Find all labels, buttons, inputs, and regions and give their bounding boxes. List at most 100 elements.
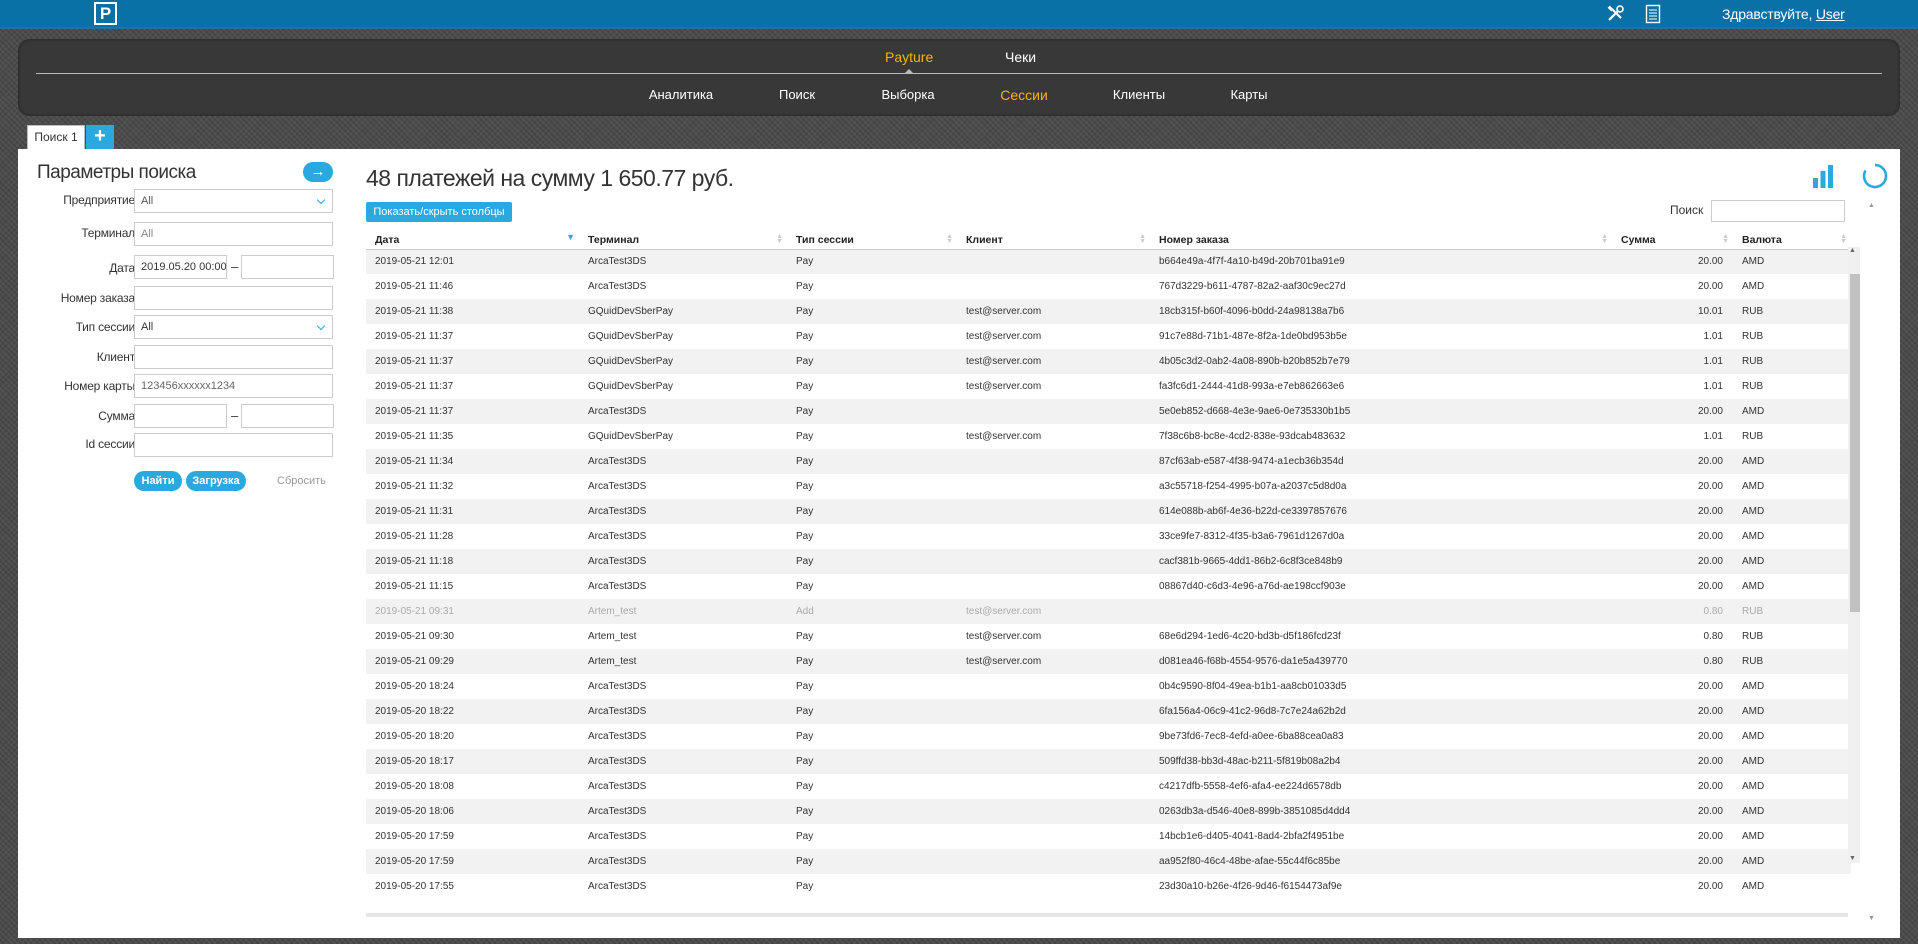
table-row[interactable]: 2019-05-20 18:24 ArcaTest3DS Pay 0b4c9590-8… bbox=[366, 674, 1851, 699]
cell-amount: 1.01 bbox=[1612, 349, 1733, 374]
table-row[interactable]: 2019-05-21 11:28 ArcaTest3DS Pay 33ce9fe7-8… bbox=[366, 524, 1851, 549]
nav-selection[interactable]: Выборка bbox=[881, 87, 934, 102]
cell-date: 2019-05-20 18:17 bbox=[366, 749, 579, 774]
table-row[interactable]: 2019-05-21 11:35 GQuidDevSberPay Pay test@s… bbox=[366, 424, 1851, 449]
cell-amount: 0.80 bbox=[1612, 599, 1733, 624]
date-to-input[interactable] bbox=[241, 255, 334, 279]
horizontal-scrollbar[interactable] bbox=[366, 913, 1848, 917]
tab-payture[interactable]: Payture bbox=[885, 49, 933, 65]
cell-client bbox=[957, 724, 1150, 749]
col-header-currency[interactable]: Валюта ▲ ▼ bbox=[1733, 231, 1851, 250]
add-tab-button[interactable]: + bbox=[86, 125, 114, 149]
cell-currency: AMD bbox=[1733, 799, 1851, 824]
results-summary: 48 платежей на сумму 1 650.77 руб. bbox=[366, 165, 734, 191]
table-row[interactable]: 2019-05-21 09:29 Artem_test Pay test@server… bbox=[366, 649, 1851, 674]
refresh-icon[interactable] bbox=[1861, 162, 1889, 190]
cell-date: 2019-05-21 11:35 bbox=[375, 431, 454, 442]
cell-date: 2019-05-21 11:37 bbox=[375, 381, 454, 392]
reset-link[interactable]: Сбросить bbox=[277, 475, 326, 487]
nav-analytics[interactable]: Аналитика bbox=[649, 87, 713, 102]
session-type-select[interactable]: All bbox=[134, 315, 333, 339]
find-button[interactable]: Найти bbox=[134, 471, 182, 491]
col-header-session-type-label: Тип сессии bbox=[796, 233, 854, 246]
bar-chart-icon[interactable] bbox=[1812, 164, 1834, 188]
table-row[interactable]: 2019-05-20 18:08 ArcaTest3DS Pay c4217dfb-5… bbox=[366, 774, 1851, 799]
table-row[interactable]: 2019-05-20 17:55 ArcaTest3DS Pay 23d30a10-b… bbox=[366, 874, 1851, 899]
document-icon[interactable] bbox=[1645, 4, 1661, 24]
scroll-down-icon[interactable]: ▼ bbox=[1849, 855, 1856, 862]
cell-order-number: 91c7e88d-71b1-487e-8f2a-1de0bd953b5e bbox=[1159, 331, 1347, 342]
nav-search[interactable]: Поиск bbox=[779, 87, 815, 102]
col-header-amount[interactable]: Сумма ▲ ▼ bbox=[1612, 231, 1733, 250]
payture-logo[interactable]: P bbox=[94, 2, 117, 25]
enterprise-select[interactable]: All bbox=[134, 189, 333, 213]
order-number-label: Номер заказа bbox=[60, 291, 135, 305]
table-row[interactable]: 2019-05-21 12:01 ArcaTest3DS Pay b664e49a-4… bbox=[366, 249, 1851, 274]
table-row[interactable]: 2019-05-21 11:37 GQuidDevSberPay Pay test@s… bbox=[366, 324, 1851, 349]
outer-scroll-up-icon[interactable]: ▲ bbox=[1868, 202, 1875, 209]
table-row[interactable]: 2019-05-21 11:34 ArcaTest3DS Pay 87cf63ab-e… bbox=[366, 449, 1851, 474]
table-row[interactable]: 2019-05-21 11:37 GQuidDevSberPay Pay test@s… bbox=[366, 374, 1851, 399]
table-row[interactable]: 2019-05-21 11:38 GQuidDevSberPay Pay test@s… bbox=[366, 299, 1851, 324]
tab-search-1[interactable]: Поиск 1 bbox=[27, 125, 85, 149]
table-row[interactable]: 2019-05-20 18:20 ArcaTest3DS Pay 9be73fd6-7… bbox=[366, 724, 1851, 749]
cell-terminal: ArcaTest3DS bbox=[579, 249, 787, 274]
cell-order-number: 33ce9fe7-8312-4f35-b3a6-7961d1267d0a bbox=[1159, 531, 1345, 542]
terminal-input[interactable]: All bbox=[134, 222, 333, 246]
nav-clients[interactable]: Клиенты bbox=[1113, 87, 1165, 102]
cell-client bbox=[957, 774, 1150, 799]
table-row[interactable]: 2019-05-20 18:06 ArcaTest3DS Pay 0263db3a-d… bbox=[366, 799, 1851, 824]
client-input[interactable] bbox=[134, 345, 333, 369]
cell-currency: AMD bbox=[1742, 581, 1765, 592]
order-number-input[interactable] bbox=[134, 286, 333, 310]
cell-client bbox=[957, 549, 1150, 574]
amount-to-input[interactable] bbox=[241, 404, 334, 428]
scroll-up-icon[interactable]: ▲ bbox=[1849, 247, 1856, 254]
nav-sessions[interactable]: Сессии bbox=[1000, 87, 1048, 103]
cell-currency: AMD bbox=[1733, 699, 1851, 724]
cell-currency: AMD bbox=[1742, 481, 1765, 492]
col-header-terminal[interactable]: Терминал ▲ ▼ bbox=[579, 231, 787, 250]
col-header-client[interactable]: Клиент ▲ ▼ bbox=[957, 231, 1150, 250]
col-header-order-number[interactable]: Номер заказа ▲ ▼ bbox=[1150, 231, 1612, 250]
greeting: Здравствуйте, User bbox=[1722, 6, 1845, 22]
cell-terminal: ArcaTest3DS bbox=[588, 481, 647, 492]
table-row[interactable]: 2019-05-20 17:59 ArcaTest3DS Pay aa952f80-4… bbox=[366, 849, 1851, 874]
nav-cards[interactable]: Карты bbox=[1230, 87, 1267, 102]
amount-from-input[interactable] bbox=[134, 404, 227, 428]
tab-receipts[interactable]: Чеки bbox=[1005, 49, 1036, 65]
outer-scroll-down-icon[interactable]: ▼ bbox=[1868, 915, 1875, 922]
collapse-arrow-button[interactable]: → bbox=[303, 162, 333, 182]
card-number-input[interactable]: 123456xxxxxx1234 bbox=[134, 374, 333, 398]
cell-session-type: Pay bbox=[796, 581, 814, 592]
search-params-title: Параметры поиска bbox=[37, 162, 196, 183]
table-row[interactable]: 2019-05-21 11:18 ArcaTest3DS Pay cacf381b-9… bbox=[366, 549, 1851, 574]
table-row[interactable]: 2019-05-21 11:46 ArcaTest3DS Pay 767d3229-b… bbox=[366, 274, 1851, 299]
table-row[interactable]: 2019-05-20 18:22 ArcaTest3DS Pay 6fa156a4-0… bbox=[366, 699, 1851, 724]
col-header-date[interactable]: Дата ▼ bbox=[366, 231, 579, 250]
table-scrollbar-thumb[interactable] bbox=[1850, 274, 1860, 612]
cell-date: 2019-05-21 11:37 bbox=[375, 331, 454, 342]
table-search-input[interactable] bbox=[1711, 200, 1845, 222]
toggle-columns-button[interactable]: Показать/скрыть столбцы bbox=[366, 202, 512, 222]
table-row[interactable]: 2019-05-20 17:59 ArcaTest3DS Pay 14bcb1e6-d… bbox=[366, 824, 1851, 849]
cell-amount: 20.00 bbox=[1612, 449, 1733, 474]
table-row[interactable]: 2019-05-21 11:15 ArcaTest3DS Pay 08867d40-c… bbox=[366, 574, 1851, 599]
date-from-input[interactable]: 2019.05.20 00:00 bbox=[134, 255, 227, 279]
cell-session-type: Pay bbox=[796, 531, 814, 542]
table-row[interactable]: 2019-05-21 11:37 ArcaTest3DS Pay 5e0eb852-d… bbox=[366, 399, 1851, 424]
col-header-session-type[interactable]: Тип сессии ▲ ▼ bbox=[787, 231, 957, 250]
tools-icon[interactable] bbox=[1606, 5, 1626, 23]
table-row[interactable]: 2019-05-21 09:30 Artem_test Pay test@server… bbox=[366, 624, 1851, 649]
table-row[interactable]: 2019-05-21 11:32 ArcaTest3DS Pay a3c55718-f… bbox=[366, 474, 1851, 499]
cell-currency: AMD bbox=[1742, 831, 1765, 842]
table-row[interactable]: 2019-05-21 11:31 ArcaTest3DS Pay 614e088b-a… bbox=[366, 499, 1851, 524]
cell-client: test@server.com bbox=[957, 349, 1150, 374]
load-button[interactable]: Загрузка bbox=[186, 471, 246, 491]
session-id-input[interactable] bbox=[134, 433, 333, 457]
table-row[interactable]: 2019-05-21 09:31 Artem_test Add test@server… bbox=[366, 599, 1851, 624]
table-row[interactable]: 2019-05-20 18:17 ArcaTest3DS Pay 509ffd38-b… bbox=[366, 749, 1851, 774]
table-body: 2019-05-21 12:01 ArcaTest3DS Pay b664e49a-4… bbox=[366, 249, 1851, 899]
user-link[interactable]: User bbox=[1816, 6, 1845, 22]
table-row[interactable]: 2019-05-21 11:37 GQuidDevSberPay Pay test@s… bbox=[366, 349, 1851, 374]
